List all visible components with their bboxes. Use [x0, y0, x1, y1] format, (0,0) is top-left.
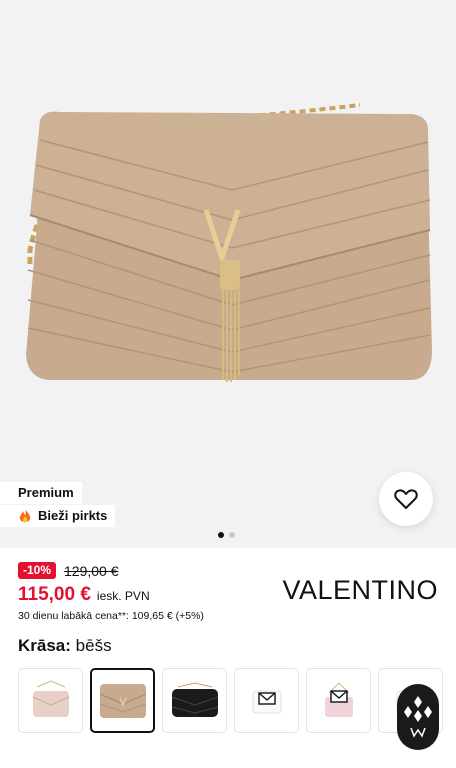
light-pink-bag-thumbnail — [324, 681, 353, 717]
gallery-pagination — [218, 532, 235, 538]
color-swatches — [18, 668, 443, 733]
brand-name[interactable]: VALENTINO — [282, 575, 438, 606]
color-label: Krāsa: bēšs — [18, 636, 112, 656]
beige-bag-thumbnail — [99, 683, 146, 718]
lowest-price-note: 30 dienu labākā cena**: 109,65 € (+5%) — [18, 610, 204, 622]
old-price: 129,00 € — [64, 562, 119, 579]
frequently-bought-label: Bieži pirkts — [38, 508, 108, 523]
swatch-white[interactable] — [234, 668, 299, 733]
product-image-gallery[interactable]: Premium Bieži pirkts — [0, 0, 456, 548]
diamond-logo-icon — [404, 696, 432, 738]
wishlist-button[interactable] — [379, 472, 433, 526]
product-image — [26, 103, 432, 382]
swatch-beige[interactable] — [90, 668, 155, 733]
color-label-prefix: Krāsa: — [18, 636, 71, 655]
premium-badge: Premium — [0, 482, 82, 504]
gallery-dot-active[interactable] — [218, 532, 224, 538]
pink-bag-thumbnail — [32, 679, 69, 717]
swatch-black[interactable] — [162, 668, 227, 733]
discount-badge: -10% — [18, 562, 57, 579]
current-price: 115,00 € — [18, 584, 91, 605]
gallery-dot[interactable] — [229, 532, 235, 538]
frequently-bought-badge: Bieži pirkts — [0, 505, 116, 527]
swatch-pink[interactable] — [18, 668, 83, 733]
color-value: bēšs — [75, 636, 112, 655]
fire-icon — [19, 508, 31, 523]
brand-logo-button[interactable] — [397, 684, 439, 750]
swatch-light-pink[interactable] — [306, 668, 371, 733]
heart-icon — [394, 489, 418, 509]
vat-note: iesk. PVN — [96, 589, 150, 603]
black-bag-thumbnail — [171, 681, 218, 717]
premium-badge-label: Premium — [18, 485, 74, 500]
white-bag-thumbnail — [252, 690, 281, 713]
